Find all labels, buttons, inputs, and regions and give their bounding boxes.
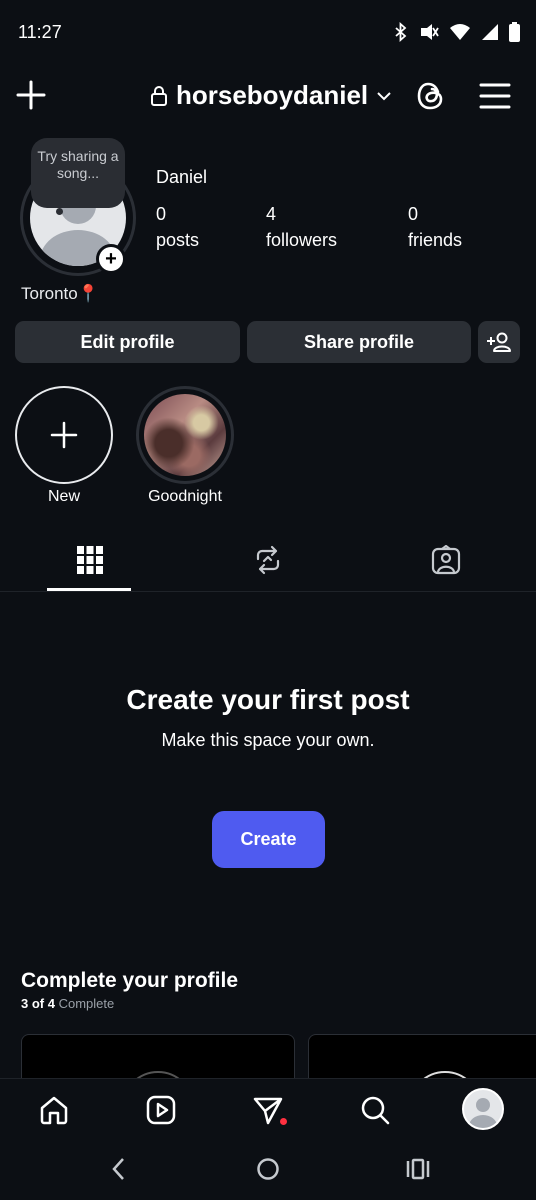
vibrate-off-icon [421,24,439,40]
plus-icon [50,421,78,449]
posts-label: posts [156,230,200,250]
empty-state-subtitle: Make this space your own. [161,730,375,750]
tab-tagged[interactable] [426,540,466,580]
system-home-button[interactable] [253,1154,283,1184]
display-name: Daniel [156,167,208,187]
posts-count: 0 [156,204,167,224]
share-profile-button[interactable]: Share profile [247,321,471,363]
friends-count: 0 [408,204,419,224]
system-recents-button[interactable] [403,1154,433,1184]
repost-icon [256,545,280,575]
home-circle-icon [257,1158,279,1180]
complete-profile-title: Complete your profile [21,969,239,992]
discover-people-button[interactable] [478,321,520,363]
search-icon [361,1096,390,1125]
edit-profile-button[interactable]: Edit profile [15,321,240,363]
progress-word: Complete [58,996,115,1011]
home-icon [40,1096,68,1125]
posts-stat[interactable]: 0 posts [156,201,199,253]
create-post-button[interactable]: Create [212,811,325,868]
wifi-icon [450,24,470,40]
grid-icon [77,546,103,574]
complete-profile-progress: 3 of 4 Complete [21,996,114,1011]
tab-divider [0,591,536,592]
highlight-goodnight-cover[interactable] [144,394,226,476]
chevron-down-icon [377,91,391,100]
followers-label: followers [266,230,338,250]
status-icons [393,22,520,42]
followers-stat[interactable]: 4 followers [266,201,337,253]
tab-posts-grid[interactable] [70,540,110,580]
followers-count: 4 [266,204,277,224]
username-label: horseboydaniel [176,80,369,110]
location-label: Toronto📍 [21,284,99,303]
threads-button[interactable] [414,78,448,114]
create-button[interactable] [14,78,48,112]
friends-label: friends [408,230,463,250]
menu-icon [479,83,511,109]
note-bubble[interactable]: Try sharing a song... [31,138,125,208]
nav-home[interactable] [34,1090,74,1130]
system-back-button[interactable] [104,1154,134,1184]
bluetooth-icon [395,22,407,42]
profile-avatar-icon [469,1098,497,1128]
nav-profile[interactable] [462,1088,504,1130]
tab-reposts[interactable] [248,540,288,580]
add-user-icon [487,332,511,352]
empty-state-title: Create your first post [126,684,410,715]
friends-stat[interactable]: 0 friends [408,201,462,253]
back-icon [112,1158,124,1180]
menu-button[interactable] [478,80,512,112]
reels-icon [146,1095,176,1125]
highlight-new-label: New [47,488,80,505]
recents-icon [406,1158,430,1180]
threads-icon [417,82,443,110]
battery-icon [509,22,520,42]
note-bubble-tail [56,208,63,215]
account-switcher[interactable]: horseboydaniel [150,80,392,111]
plus-icon [16,80,46,110]
tagged-person-icon [431,545,461,575]
signal-icon [482,24,498,40]
lock-icon [151,85,167,106]
add-story-symbol: + [105,248,117,270]
nav-search[interactable] [355,1090,395,1130]
notification-dot [280,1118,287,1125]
highlight-new-button[interactable] [15,386,113,484]
highlight-goodnight-label: Goodnight [148,488,222,505]
progress-count: 3 of 4 [21,996,55,1011]
nav-reels[interactable] [141,1090,181,1130]
add-story-button[interactable]: + [96,244,126,274]
status-time: 11:27 [18,22,62,42]
